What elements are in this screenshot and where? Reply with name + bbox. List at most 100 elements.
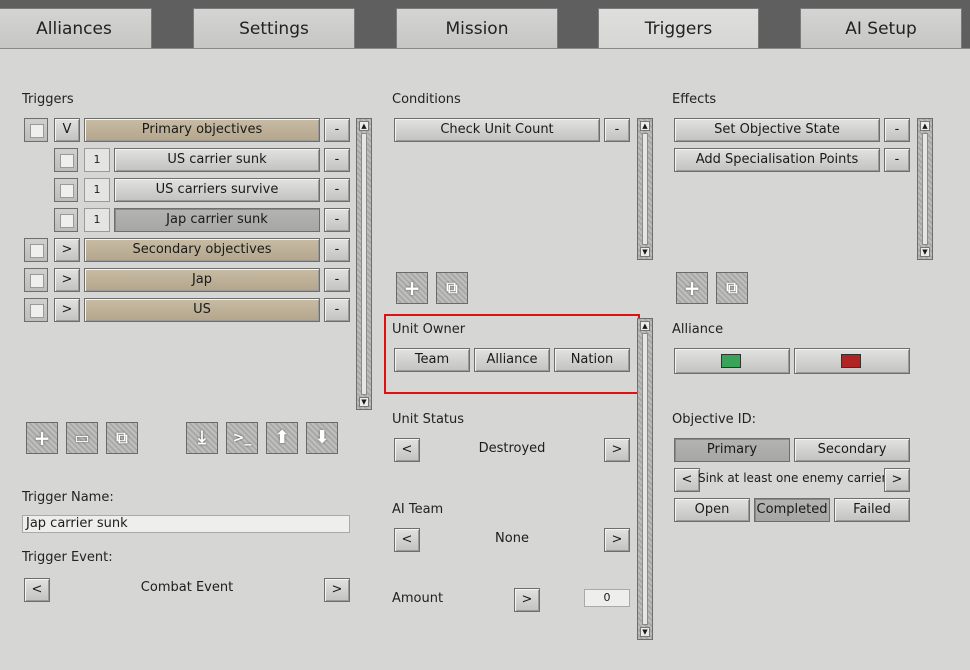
- tab-triggers[interactable]: Triggers: [598, 8, 759, 50]
- trigger-checkbox[interactable]: [24, 238, 48, 262]
- scroll-thumb[interactable]: [642, 133, 648, 245]
- tab-alliances[interactable]: Alliances: [0, 8, 152, 48]
- scroll-down-icon[interactable]: ▼: [640, 247, 650, 257]
- scroll-up-icon[interactable]: ▲: [920, 121, 930, 131]
- unit-owner-alliance-button[interactable]: Alliance: [474, 348, 550, 372]
- objective-text: Sink at least one enemy carrier.: [698, 471, 886, 485]
- expand-toggle[interactable]: V: [54, 118, 80, 142]
- add-icon[interactable]: +: [26, 422, 58, 454]
- tab-settings[interactable]: Settings: [193, 8, 355, 48]
- conditions-scrollbar[interactable]: ▲ ▼: [637, 118, 653, 260]
- objective-secondary-button[interactable]: Secondary: [794, 438, 910, 462]
- import-icon[interactable]: ⤓: [186, 422, 218, 454]
- trigger-checkbox[interactable]: [24, 268, 48, 292]
- amount-next-button[interactable]: >: [514, 588, 540, 612]
- trigger-checkbox[interactable]: [24, 118, 48, 142]
- effect-item[interactable]: Set Objective State: [674, 118, 880, 142]
- remove-trigger-button[interactable]: -: [324, 298, 350, 322]
- remove-trigger-button[interactable]: -: [324, 208, 350, 232]
- copy-effect-icon[interactable]: ⧉: [716, 272, 748, 304]
- folder-icon[interactable]: ▭: [66, 422, 98, 454]
- remove-trigger-button[interactable]: -: [324, 268, 350, 292]
- trigger-checkbox[interactable]: [54, 178, 78, 202]
- effects-scrollbar[interactable]: ▲ ▼: [917, 118, 933, 260]
- unit-status-next-button[interactable]: >: [604, 438, 630, 462]
- remove-effect-button[interactable]: -: [884, 148, 910, 172]
- event-prev-button[interactable]: <: [24, 578, 50, 602]
- ai-team-next-button[interactable]: >: [604, 528, 630, 552]
- scroll-up-icon[interactable]: ▲: [359, 121, 369, 131]
- objective-open-button[interactable]: Open: [674, 498, 750, 522]
- objective-prev-button[interactable]: <: [674, 468, 700, 492]
- unit-owner-nation-button[interactable]: Nation: [554, 348, 630, 372]
- scroll-down-icon[interactable]: ▼: [640, 627, 650, 637]
- trigger-item[interactable]: US carriers survive: [114, 178, 320, 202]
- add-effect-icon[interactable]: +: [676, 272, 708, 304]
- alliance-heading: Alliance: [672, 322, 724, 337]
- expand-toggle[interactable]: >: [54, 298, 80, 322]
- tab-mission[interactable]: Mission: [396, 8, 558, 48]
- condition-params-scrollbar[interactable]: ▲ ▼: [637, 318, 653, 640]
- triggers-scrollbar[interactable]: ▲ ▼: [356, 118, 372, 410]
- objective-failed-button[interactable]: Failed: [834, 498, 910, 522]
- trigger-checkbox[interactable]: [24, 298, 48, 322]
- remove-trigger-button[interactable]: -: [324, 118, 350, 142]
- trigger-event-label: Trigger Event:: [22, 550, 113, 565]
- add-condition-icon[interactable]: +: [396, 272, 428, 304]
- alliance-red-button[interactable]: [794, 348, 910, 374]
- remove-effect-button[interactable]: -: [884, 118, 910, 142]
- trigger-item-selected[interactable]: Jap carrier sunk: [114, 208, 320, 232]
- trigger-checkbox[interactable]: [54, 148, 78, 172]
- objective-next-button[interactable]: >: [884, 468, 910, 492]
- event-next-button[interactable]: >: [324, 578, 350, 602]
- move-down-icon[interactable]: ⬇: [306, 422, 338, 454]
- trigger-event-value: Combat Event: [140, 580, 234, 595]
- unit-owner-team-button[interactable]: Team: [394, 348, 470, 372]
- trigger-item[interactable]: Secondary objectives: [84, 238, 320, 262]
- scroll-thumb[interactable]: [922, 133, 928, 245]
- move-up-icon[interactable]: ⬆: [266, 422, 298, 454]
- remove-trigger-button[interactable]: -: [324, 148, 350, 172]
- trigger-item[interactable]: Jap: [84, 268, 320, 292]
- amount-heading: Amount: [392, 591, 444, 606]
- remove-condition-button[interactable]: -: [604, 118, 630, 142]
- remove-trigger-button[interactable]: -: [324, 178, 350, 202]
- trigger-item[interactable]: US: [84, 298, 320, 322]
- copy-icon[interactable]: ⧉: [106, 422, 138, 454]
- scroll-thumb[interactable]: [361, 133, 367, 395]
- ai-team-heading: AI Team: [392, 502, 444, 517]
- tab-ai-setup[interactable]: AI Setup: [800, 8, 962, 48]
- unit-status-heading: Unit Status: [392, 412, 465, 427]
- remove-trigger-button[interactable]: -: [324, 238, 350, 262]
- trigger-name-input[interactable]: Jap carrier sunk: [22, 515, 350, 533]
- trigger-name-label: Trigger Name:: [22, 490, 114, 505]
- alliance-color-swatch: [721, 354, 741, 368]
- expand-toggle[interactable]: >: [54, 238, 80, 262]
- trigger-item[interactable]: US carrier sunk: [114, 148, 320, 172]
- unit-status-value: Destroyed: [478, 441, 546, 456]
- trigger-item[interactable]: Primary objectives: [84, 118, 320, 142]
- triggers-heading: Triggers: [22, 92, 74, 107]
- scroll-down-icon[interactable]: ▼: [920, 247, 930, 257]
- unit-status-prev-button[interactable]: <: [394, 438, 420, 462]
- trigger-count: 1: [84, 208, 110, 232]
- trigger-checkbox[interactable]: [54, 208, 78, 232]
- effect-item[interactable]: Add Specialisation Points: [674, 148, 880, 172]
- ai-team-prev-button[interactable]: <: [394, 528, 420, 552]
- scroll-down-icon[interactable]: ▼: [359, 397, 369, 407]
- trigger-count: 1: [84, 148, 110, 172]
- objective-id-heading: Objective ID:: [672, 412, 756, 427]
- condition-item[interactable]: Check Unit Count: [394, 118, 600, 142]
- scroll-up-icon[interactable]: ▲: [640, 121, 650, 131]
- alliance-green-button[interactable]: [674, 348, 790, 374]
- trigger-count: 1: [84, 178, 110, 202]
- expand-toggle[interactable]: >: [54, 268, 80, 292]
- scroll-up-icon[interactable]: ▲: [640, 321, 650, 331]
- unit-owner-heading: Unit Owner: [392, 322, 466, 337]
- copy-condition-icon[interactable]: ⧉: [436, 272, 468, 304]
- scroll-thumb[interactable]: [642, 333, 648, 625]
- objective-primary-button[interactable]: Primary: [674, 438, 790, 462]
- objective-completed-button[interactable]: Completed: [754, 498, 830, 522]
- amount-input[interactable]: 0: [584, 589, 630, 607]
- console-icon[interactable]: >_: [226, 422, 258, 454]
